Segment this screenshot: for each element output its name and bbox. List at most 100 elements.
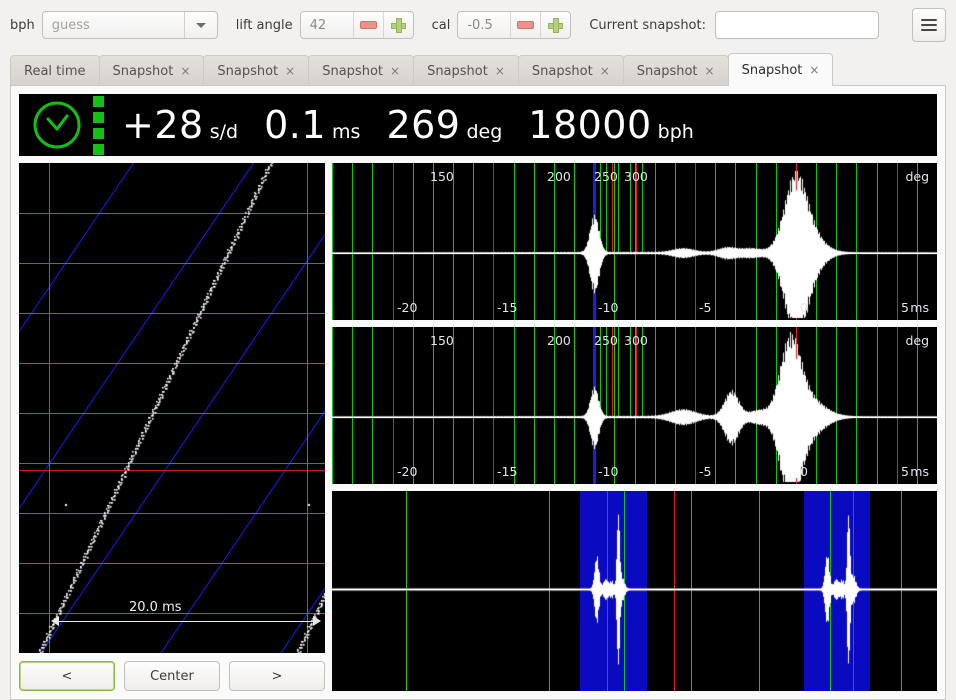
charts-area: 20.0 ms < Center > 150 200 250 300 deg -20 -15… bbox=[19, 163, 937, 691]
toolbar: bph guess lift angle 42 cal -0.5 Current… bbox=[0, 0, 956, 50]
readout-beat-error-value: 0.1 bbox=[264, 103, 327, 147]
ms-tick-label: -15 bbox=[497, 299, 518, 315]
plus-icon bbox=[390, 17, 406, 33]
tab-close-icon[interactable]: × bbox=[390, 65, 400, 77]
tab-close-icon[interactable]: × bbox=[495, 65, 505, 77]
readout-amplitude-unit: deg bbox=[466, 121, 503, 143]
cal-label: cal bbox=[431, 17, 451, 33]
ms-tick-label: 0 bbox=[800, 463, 808, 479]
paperstrip-pane: 20.0 ms < Center > bbox=[19, 163, 325, 691]
tab-label: Snapshot bbox=[636, 63, 698, 79]
tab-3[interactable]: Snapshot × bbox=[308, 55, 415, 86]
application-window: bph guess lift angle 42 cal -0.5 Current… bbox=[0, 0, 956, 700]
ms-tick-label: -20 bbox=[397, 299, 418, 315]
deg-axis-unit-label: deg bbox=[905, 169, 929, 184]
readout-amplitude-value: 269 bbox=[386, 103, 461, 147]
bph-value: guess bbox=[51, 17, 90, 33]
tab-close-icon[interactable]: × bbox=[600, 65, 610, 77]
tab-close-icon[interactable]: × bbox=[180, 65, 190, 77]
tab-close-icon[interactable]: × bbox=[705, 65, 715, 77]
readout-beat-rate-unit: bph bbox=[657, 121, 694, 143]
hamburger-menu-button[interactable] bbox=[912, 8, 946, 42]
ms-tick-label: 5 bbox=[901, 299, 909, 315]
paperstrip-scale-arrow-left bbox=[51, 616, 59, 626]
bph-label: bph bbox=[10, 17, 35, 33]
tab-content-panel: +28 s/d 0.1 ms 269 deg 18000 bph 20.0 ms < Cent… bbox=[10, 86, 946, 700]
tab-label: Snapshot bbox=[531, 63, 593, 79]
deg-tick-label: 200 bbox=[547, 333, 571, 348]
lift-angle-value[interactable]: 42 bbox=[301, 12, 353, 38]
lift-angle-increment-button[interactable] bbox=[382, 12, 413, 38]
current-snapshot-input[interactable] bbox=[715, 11, 879, 39]
tab-label: Real time bbox=[24, 63, 86, 79]
deg-tick-label: 250 bbox=[594, 169, 618, 184]
readout-amplitude: 269 deg bbox=[386, 106, 502, 144]
readout-rate-unit: s/d bbox=[209, 121, 239, 143]
deg-tick-label: 150 bbox=[430, 333, 454, 348]
tab-7-active[interactable]: Snapshot × bbox=[727, 53, 834, 86]
waveform-pane: 150 200 250 300 deg -20 -15 -10 -5 0 5 ms 150 200 250… bbox=[332, 163, 937, 691]
current-snapshot-label: Current snapshot: bbox=[589, 17, 706, 33]
readout-beat-error: 0.1 ms bbox=[264, 106, 360, 144]
ms-tick-label: -15 bbox=[497, 463, 518, 479]
readout-beat-rate: 18000 bph bbox=[528, 106, 694, 144]
ms-tick-label: -5 bbox=[699, 463, 712, 479]
bph-combobox[interactable]: guess bbox=[41, 11, 218, 39]
paperstrip-beat-trace bbox=[19, 163, 325, 653]
tab-label: Snapshot bbox=[112, 63, 174, 79]
bph-dropdown-button[interactable] bbox=[183, 12, 217, 38]
signal-strength-indicator bbox=[93, 95, 104, 155]
tab-close-icon[interactable]: × bbox=[809, 64, 819, 76]
lift-angle-stepper[interactable]: 42 bbox=[299, 11, 414, 39]
paperstrip-scale-arrow-right bbox=[313, 616, 321, 626]
watch-clock-icon bbox=[31, 99, 83, 151]
readout-rate: +28 s/d bbox=[122, 106, 238, 144]
paperstrip-scale-label: 20.0 ms bbox=[129, 600, 182, 615]
tab-label: Snapshot bbox=[741, 62, 803, 78]
paperstrip-scale-arrow bbox=[55, 621, 317, 622]
cal-value[interactable]: -0.5 bbox=[458, 12, 510, 38]
deg-tick-label: 150 bbox=[430, 169, 454, 184]
toc-waveform-chart[interactable]: 150 200 250 300 deg -20 -15 -10 -5 0 5 ms bbox=[332, 327, 937, 484]
tab-label: Snapshot bbox=[322, 63, 383, 79]
ms-axis-unit-label: ms bbox=[910, 299, 929, 315]
deg-tick-label: 300 bbox=[624, 169, 648, 184]
minus-icon bbox=[517, 21, 535, 29]
lift-angle-decrement-button[interactable] bbox=[352, 12, 383, 38]
waveform-trace bbox=[332, 327, 937, 484]
ms-tick-label: 0 bbox=[800, 299, 808, 315]
tab-label: Snapshot bbox=[427, 63, 488, 79]
tab-1[interactable]: Snapshot × bbox=[98, 55, 205, 86]
ms-tick-label: -10 bbox=[598, 299, 619, 315]
paperstrip-chart[interactable]: 20.0 ms bbox=[19, 163, 325, 653]
cal-increment-button[interactable] bbox=[540, 12, 570, 38]
lift-angle-label: lift angle bbox=[235, 17, 293, 33]
readout-panel: +28 s/d 0.1 ms 269 deg 18000 bph bbox=[19, 94, 937, 156]
paperstrip-center-button[interactable]: Center bbox=[124, 661, 220, 691]
deg-tick-label: 300 bbox=[624, 333, 648, 348]
period-trace-chart[interactable] bbox=[332, 491, 937, 691]
readout-beat-error-unit: ms bbox=[332, 121, 361, 143]
tab-2[interactable]: Snapshot × bbox=[203, 55, 310, 86]
tab-0[interactable]: Real time bbox=[10, 55, 100, 86]
paperstrip-prev-button[interactable]: < bbox=[19, 661, 115, 691]
tab-close-icon[interactable]: × bbox=[285, 65, 295, 77]
tab-4[interactable]: Snapshot × bbox=[413, 55, 519, 86]
readout-rate-value: +28 bbox=[122, 103, 204, 147]
minus-icon bbox=[359, 21, 377, 29]
tab-6[interactable]: Snapshot × bbox=[622, 55, 729, 86]
tic-waveform-chart[interactable]: 150 200 250 300 deg -20 -15 -10 -5 0 5 ms bbox=[332, 163, 937, 320]
paperstrip-navigation: < Center > bbox=[19, 661, 325, 691]
hamburger-menu-icon bbox=[921, 19, 937, 21]
ms-tick-label: -10 bbox=[598, 463, 619, 479]
readout-beat-rate-value: 18000 bbox=[528, 103, 652, 147]
cal-decrement-button[interactable] bbox=[510, 12, 540, 38]
deg-axis-unit-label: deg bbox=[905, 333, 929, 348]
paperstrip-next-button[interactable]: > bbox=[229, 661, 325, 691]
tab-5[interactable]: Snapshot × bbox=[517, 55, 624, 86]
plus-icon bbox=[548, 17, 564, 33]
ms-axis-unit-label: ms bbox=[910, 463, 929, 479]
ms-tick-label: -20 bbox=[397, 463, 418, 479]
cal-stepper[interactable]: -0.5 bbox=[457, 11, 572, 39]
waveform-trace bbox=[332, 163, 937, 320]
